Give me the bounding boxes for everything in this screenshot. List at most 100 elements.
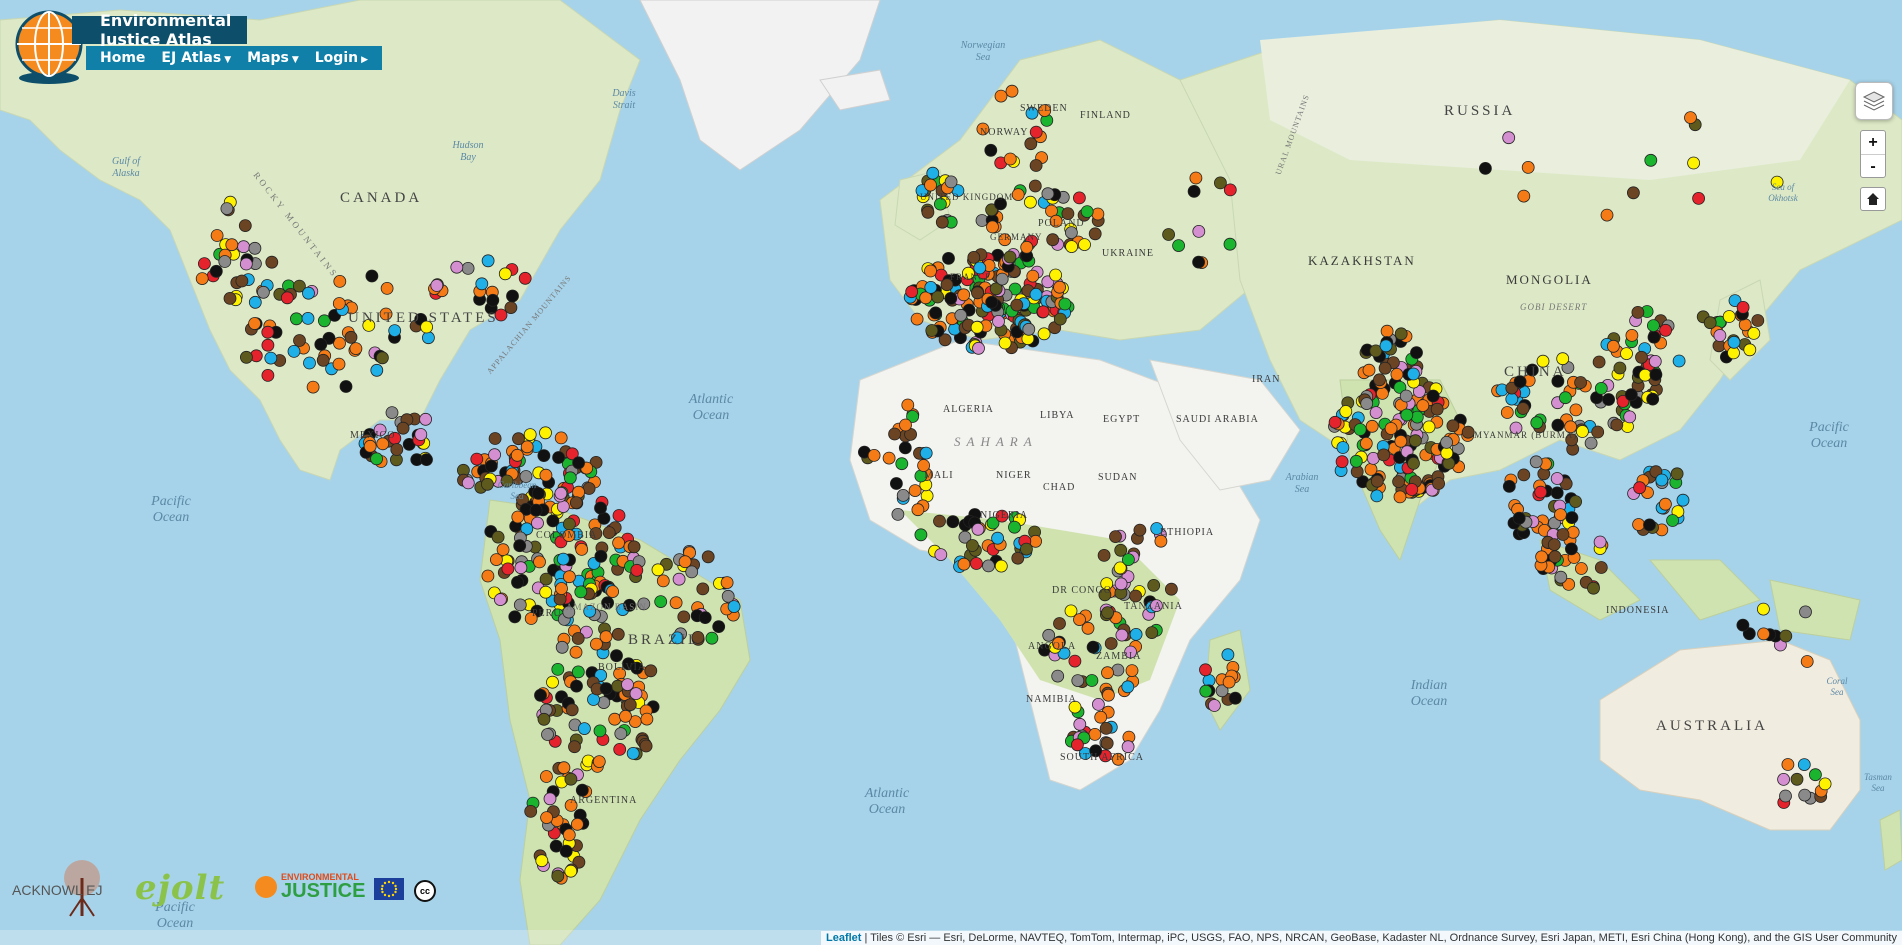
conflict-marker[interactable] [599,630,613,644]
conflict-marker[interactable] [571,817,584,831]
conflict-marker[interactable] [1172,239,1185,253]
conflict-marker[interactable] [1513,375,1527,389]
conflict-marker[interactable] [264,351,278,365]
conflict-marker[interactable] [1101,606,1114,619]
conflict-marker[interactable] [235,274,249,288]
conflict-marker[interactable] [957,288,971,302]
conflict-marker[interactable] [1574,376,1587,389]
conflict-marker[interactable] [1037,327,1051,341]
conflict-marker[interactable] [924,280,938,294]
conflict-marker[interactable] [944,175,958,189]
conflict-marker[interactable] [210,229,224,242]
conflict-marker[interactable] [640,712,654,726]
conflict-marker[interactable] [1565,511,1579,524]
conflict-marker[interactable] [1133,523,1147,537]
conflict-marker[interactable] [1500,406,1514,419]
conflict-marker[interactable] [569,496,583,510]
conflict-marker[interactable] [1551,418,1565,432]
conflict-marker[interactable] [986,220,999,234]
conflict-marker[interactable] [611,627,625,641]
conflict-marker[interactable] [562,605,576,619]
creative-commons-icon[interactable]: cc [414,880,436,902]
conflict-marker[interactable] [972,341,985,355]
conflict-marker[interactable] [1400,408,1414,422]
conflict-marker[interactable] [1426,389,1440,403]
conflict-marker[interactable] [720,576,734,589]
conflict-marker[interactable] [1779,789,1792,803]
conflict-marker[interactable] [1602,393,1615,406]
conflict-marker[interactable] [1593,535,1607,549]
conflict-marker[interactable] [940,278,954,292]
conflict-marker[interactable] [1559,391,1572,405]
conflict-marker[interactable] [1364,462,1378,476]
conflict-marker[interactable] [601,596,614,610]
conflict-marker[interactable] [524,805,538,818]
conflict-marker[interactable] [991,531,1004,545]
conflict-marker[interactable] [484,459,498,473]
conflict-marker[interactable] [992,314,1005,328]
conflict-marker[interactable] [1781,758,1795,771]
conflict-marker[interactable] [1379,339,1393,353]
conflict-marker[interactable] [1736,618,1750,632]
conflict-marker[interactable] [1223,237,1237,251]
conflict-marker[interactable] [1121,680,1135,694]
conflict-marker[interactable] [1150,522,1164,535]
conflict-marker[interactable] [1088,728,1102,741]
conflict-marker[interactable] [1154,534,1168,548]
conflict-marker[interactable] [1727,346,1740,360]
conflict-marker[interactable] [390,443,404,456]
conflict-marker[interactable] [1442,456,1456,470]
conflict-marker[interactable] [1362,363,1376,377]
conflict-marker[interactable] [501,562,515,576]
conflict-marker[interactable] [248,295,262,309]
conflict-marker[interactable] [994,559,1008,573]
conflict-marker[interactable] [691,631,705,644]
conflict-marker[interactable] [1053,312,1067,326]
conflict-marker[interactable] [1713,329,1727,342]
conflict-marker[interactable] [594,501,607,515]
conflict-marker[interactable] [926,166,940,180]
conflict-marker[interactable] [396,421,410,435]
conflict-marker[interactable] [563,471,577,485]
conflict-marker[interactable] [1530,416,1544,430]
conflict-marker[interactable] [1150,599,1163,612]
conflict-marker[interactable] [1576,425,1589,438]
conflict-marker[interactable] [971,286,984,300]
conflict-marker[interactable] [248,241,262,255]
conflict-marker[interactable] [1111,752,1125,766]
conflict-marker[interactable] [518,271,532,285]
conflict-marker[interactable] [1192,255,1205,269]
conflict-marker[interactable] [1676,493,1690,507]
conflict-marker[interactable] [1607,339,1620,353]
nav-login[interactable]: Login ▶ [307,50,376,66]
conflict-marker[interactable] [1399,389,1413,403]
conflict-marker[interactable] [1026,269,1040,283]
conflict-marker[interactable] [995,272,1009,286]
conflict-marker[interactable] [982,559,995,573]
conflict-marker[interactable] [1359,436,1373,450]
conflict-marker[interactable] [602,526,616,539]
conflict-marker[interactable] [1102,688,1115,702]
conflict-marker[interactable] [1620,347,1633,361]
conflict-marker[interactable] [921,205,935,219]
conflict-marker[interactable] [1655,473,1669,487]
conflict-marker[interactable] [197,257,211,271]
conflict-marker[interactable] [420,453,433,467]
conflict-marker[interactable] [481,254,495,268]
conflict-marker[interactable] [302,286,315,300]
conflict-marker[interactable] [488,448,502,462]
conflict-marker[interactable] [574,585,588,599]
conflict-marker[interactable] [1121,740,1135,754]
conflict-marker[interactable] [370,452,384,466]
conflict-marker[interactable] [973,261,987,275]
conflict-marker[interactable] [1594,381,1608,395]
conflict-marker[interactable] [1373,373,1386,387]
conflict-marker[interactable] [195,272,209,286]
conflict-marker[interactable] [1670,467,1684,481]
conflict-marker[interactable] [555,582,568,595]
acknowlej-logo[interactable]: ACKNOWL EJ [12,858,107,928]
conflict-marker[interactable] [1100,736,1114,750]
conflict-marker[interactable] [944,291,958,305]
home-button[interactable] [1860,187,1886,211]
conflict-marker[interactable] [261,368,275,382]
